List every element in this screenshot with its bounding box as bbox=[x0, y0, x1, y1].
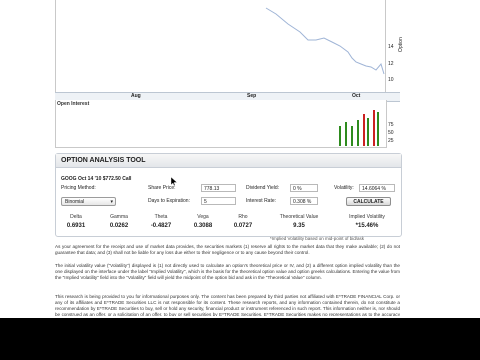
result-theta: -0.4827 bbox=[150, 223, 172, 229]
iv-footnote: *Implied Volatility based on mid-point o… bbox=[270, 236, 365, 241]
result-header-rho: Rho bbox=[238, 214, 248, 220]
oi-bar bbox=[363, 114, 365, 146]
right-margin bbox=[403, 0, 480, 320]
mouse-cursor-icon bbox=[171, 177, 177, 186]
volatility-input[interactable]: 14.6064 % bbox=[359, 184, 395, 192]
price-chart bbox=[55, 0, 387, 96]
oi-bar bbox=[357, 120, 359, 146]
oi-bar bbox=[351, 126, 353, 146]
x-label-aug: Aug bbox=[131, 93, 141, 99]
option-name: GOOG Oct 14 '10 $772.50 Call bbox=[61, 176, 132, 182]
right-tick-3: 10 bbox=[388, 77, 394, 83]
oi-bars-svg bbox=[339, 110, 379, 146]
days-label: Days to Expiration: bbox=[148, 198, 190, 204]
oi-tick-2: 50 bbox=[388, 130, 394, 136]
calculate-button[interactable]: CALCULATE bbox=[346, 197, 391, 206]
right-tick-2: 12 bbox=[388, 61, 394, 67]
bottom-letterbox bbox=[0, 318, 480, 360]
result-header-delta: Delta bbox=[70, 214, 82, 220]
dividend-input[interactable]: 0 % bbox=[290, 184, 318, 192]
result-delta: 0.6931 bbox=[66, 223, 86, 229]
interest-input[interactable]: 0.308 % bbox=[290, 197, 318, 205]
result-header-iv: Implied Volatility bbox=[349, 214, 385, 220]
oi-bar bbox=[373, 110, 375, 146]
result-vega: 0.3088 bbox=[193, 223, 213, 229]
result-header-vega: Vega bbox=[197, 214, 209, 220]
disclaimer-volatility: The initial volatility value ("Volatilit… bbox=[55, 263, 400, 280]
result-gamma: 0.0262 bbox=[109, 223, 129, 229]
share-price-input[interactable]: 778.13 bbox=[201, 184, 236, 192]
volatility-label: Volatility: bbox=[334, 185, 354, 191]
oi-bar bbox=[345, 122, 347, 146]
left-margin bbox=[0, 0, 55, 320]
oi-bar bbox=[339, 126, 341, 146]
x-label-oct: Oct bbox=[352, 93, 361, 99]
days-input[interactable]: 5 bbox=[201, 197, 236, 205]
disclaimer-market-data: As your agreement for the receipt and us… bbox=[55, 244, 400, 255]
option-analysis-tool: OPTION ANALYSIS TOOL GOOG Oct 14 '10 $77… bbox=[55, 153, 402, 237]
pricing-method-label: Pricing Method: bbox=[61, 185, 96, 191]
right-tick-1: 14 bbox=[388, 44, 394, 50]
screen: 14 12 10 Option 75 50 25 Aug Sep Oct Ope… bbox=[0, 0, 480, 360]
oi-bar bbox=[367, 118, 369, 146]
result-rho: 0.0727 bbox=[233, 223, 253, 229]
oi-title: Open Interest bbox=[57, 101, 90, 107]
disclaimer-research: This research is being provided to you f… bbox=[55, 294, 400, 316]
x-label-sep: Sep bbox=[247, 93, 257, 99]
right-axis: 14 12 10 Option 75 50 25 bbox=[385, 0, 404, 147]
price-line bbox=[265, 7, 385, 75]
result-header-gamma: Gamma bbox=[110, 214, 128, 220]
result-header-theoretical: Theoretical Value bbox=[279, 214, 319, 220]
chevron-down-icon: ▾ bbox=[110, 199, 113, 205]
result-header-theta: Theta bbox=[154, 214, 168, 220]
pricing-method-value: Binomial bbox=[65, 199, 85, 205]
result-iv: *15.46% bbox=[355, 223, 379, 229]
price-line-svg bbox=[265, 7, 385, 75]
open-interest-chart bbox=[55, 100, 387, 148]
interest-label: Interest Rate: bbox=[246, 198, 277, 204]
oi-tick-3: 25 bbox=[388, 138, 394, 144]
pricing-method-select[interactable]: Binomial ▾ bbox=[61, 197, 116, 206]
oi-bar bbox=[377, 112, 379, 146]
tool-title: OPTION ANALYSIS TOOL bbox=[56, 154, 401, 168]
result-theoretical: 9.35 bbox=[293, 223, 305, 229]
oi-tick-1: 75 bbox=[388, 122, 394, 128]
dividend-label: Dividend Yield: bbox=[246, 185, 280, 191]
